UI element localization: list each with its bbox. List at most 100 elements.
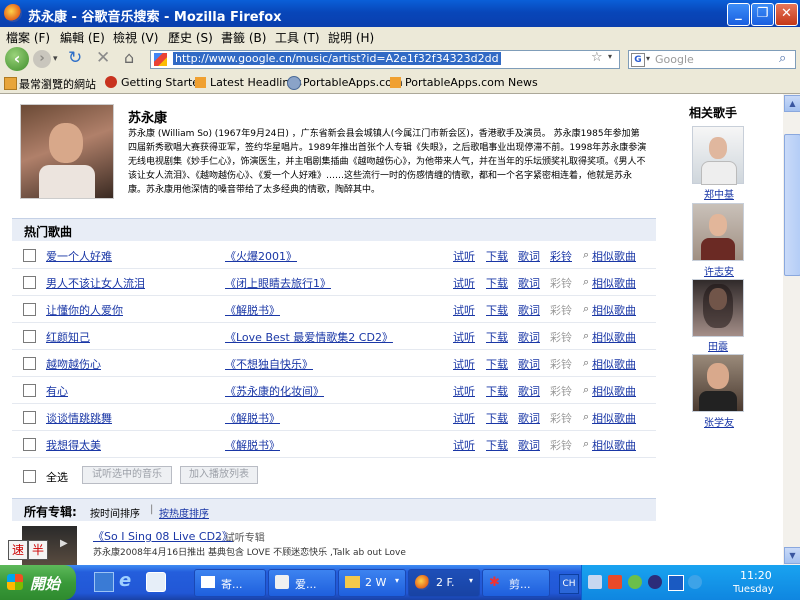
minimize-button[interactable]: _ [727, 3, 750, 26]
internet-explorer-icon[interactable]: e [119, 570, 131, 591]
url-dropdown-icon[interactable]: ▾ [608, 52, 612, 61]
taskbar-button[interactable]: ✱ 剪... [482, 569, 550, 597]
song-checkbox[interactable] [23, 303, 36, 316]
engine-dropdown-icon[interactable]: ▾ [646, 54, 650, 63]
sort-by-heat-link[interactable]: 按热度排序 [159, 505, 209, 520]
album-link[interactable]: 《不想独自快乐》 [225, 356, 313, 372]
url-bar[interactable]: http://www.google.cn/music/artist?id=A2e… [150, 50, 620, 69]
listen-link[interactable]: 试听 [453, 248, 475, 264]
listen-link[interactable]: 试听 [453, 275, 475, 291]
related-artist-name[interactable]: 张学友 [704, 414, 734, 429]
tray-app-icon[interactable] [608, 575, 622, 589]
download-link[interactable]: 下载 [486, 302, 508, 318]
lyrics-link[interactable]: 歌词 [518, 356, 540, 372]
download-link[interactable]: 下载 [486, 275, 508, 291]
menu-history[interactable]: 歷史 (S) [168, 29, 213, 46]
album-link[interactable]: 《解脱书》 [225, 410, 280, 426]
song-title[interactable]: 让懂你的人爱你 [46, 302, 123, 318]
ringtone-link[interactable]: 彩铃 [550, 248, 572, 264]
bookmark-getting-started[interactable]: Getting Started [121, 76, 206, 89]
listen-link[interactable]: 试听 [453, 329, 475, 345]
related-artist-name[interactable]: 田震 [708, 338, 728, 353]
similar-songs-link[interactable]: 相似歌曲 [592, 410, 636, 426]
language-indicator[interactable]: CH [559, 574, 579, 594]
related-artist-name[interactable]: 许志安 [704, 263, 734, 278]
url-text[interactable]: http://www.google.cn/music/artist?id=A2e… [173, 52, 501, 65]
search-input[interactable]: Google [655, 53, 694, 66]
download-link[interactable]: 下载 [486, 410, 508, 426]
album-link[interactable]: 《解脱书》 [225, 302, 280, 318]
related-artist-photo[interactable] [692, 279, 744, 337]
add-to-playlist-button[interactable]: 加入播放列表 [180, 466, 258, 484]
menu-edit[interactable]: 編輯 (E) [60, 29, 105, 46]
history-dropdown-icon[interactable]: ▾ [53, 54, 58, 64]
similar-songs-link[interactable]: 相似歌曲 [592, 248, 636, 264]
security-icon[interactable] [668, 575, 684, 591]
menu-bookmarks[interactable]: 書籤 (B) [221, 29, 266, 46]
search-engine-icon[interactable]: G [631, 53, 645, 67]
song-title[interactable]: 谈谈情跳跳舞 [46, 410, 112, 426]
taskbar-button[interactable]: 爱... [268, 569, 336, 597]
song-title[interactable]: 有心 [46, 383, 68, 399]
close-button[interactable]: ✕ [775, 3, 798, 26]
download-link[interactable]: 下载 [486, 383, 508, 399]
song-checkbox[interactable] [23, 384, 36, 397]
start-button[interactable]: 開始 [0, 565, 76, 600]
scroll-up-arrow-icon[interactable]: ▲ [784, 95, 800, 112]
download-link[interactable]: 下载 [486, 248, 508, 264]
similar-songs-link[interactable]: 相似歌曲 [592, 302, 636, 318]
taskbar-button[interactable]: 2 W ▾ [338, 569, 406, 597]
messenger-icon[interactable] [628, 575, 642, 589]
song-checkbox[interactable] [23, 438, 36, 451]
scrollbar-thumb[interactable] [784, 134, 800, 276]
song-title[interactable]: 红颜知己 [46, 329, 90, 345]
scroll-down-arrow-icon[interactable]: ▼ [784, 547, 800, 564]
taskbar-button-active[interactable]: 2 F. ▾ [408, 569, 480, 597]
album-link[interactable]: 《解脱书》 [225, 437, 280, 453]
search-icon[interactable]: ⌕ [779, 51, 786, 66]
song-checkbox[interactable] [23, 249, 36, 262]
menu-help[interactable]: 說明 (H) [328, 29, 374, 46]
album-link[interactable]: 《火爆2001》 [225, 248, 297, 264]
update-icon[interactable] [648, 575, 662, 589]
bookmark-portableapps[interactable]: PortableApps.com [303, 76, 403, 89]
album-title-link[interactable]: 《So I Sing 08 Live CD2》 [93, 528, 233, 544]
download-link[interactable]: 下载 [486, 329, 508, 345]
lyrics-link[interactable]: 歌词 [518, 302, 540, 318]
song-title[interactable]: 我想得太美 [46, 437, 101, 453]
song-title[interactable]: 男人不该让女人流泪 [46, 275, 145, 291]
listen-link[interactable]: 试听 [453, 356, 475, 372]
similar-songs-link[interactable]: 相似歌曲 [592, 329, 636, 345]
listen-link[interactable]: 试听 [453, 410, 475, 426]
bookmark-most-visited[interactable]: 最常瀏覽的網站 [19, 76, 96, 92]
similar-songs-link[interactable]: 相似歌曲 [592, 437, 636, 453]
lyrics-link[interactable]: 歌词 [518, 275, 540, 291]
menu-file[interactable]: 檔案 (F) [6, 29, 50, 46]
related-artist-photo[interactable] [692, 126, 744, 185]
listen-link[interactable]: 试听 [453, 437, 475, 453]
network-icon[interactable] [588, 575, 602, 589]
related-artist-name[interactable]: 郑中基 [704, 186, 734, 201]
volume-icon[interactable] [688, 575, 702, 589]
lyrics-link[interactable]: 歌词 [518, 383, 540, 399]
show-desktop-icon[interactable] [94, 572, 114, 592]
forward-button[interactable]: › [33, 50, 51, 68]
star-bookmark-icon[interactable]: ☆ [591, 50, 603, 65]
taskbar-button[interactable]: 寄... [194, 569, 266, 597]
sort-by-time[interactable]: 按时间排序 [90, 505, 140, 520]
media-player-icon[interactable] [146, 572, 166, 592]
download-link[interactable]: 下载 [486, 437, 508, 453]
listen-selected-button[interactable]: 试听选中的音乐 [82, 466, 172, 484]
menu-tools[interactable]: 工具 (T) [275, 29, 320, 46]
album-link[interactable]: 《闭上眼睛去旅行1》 [225, 275, 331, 291]
listen-link[interactable]: 试听 [453, 383, 475, 399]
song-title[interactable]: 越吻越伤心 [46, 356, 101, 372]
restore-button[interactable]: ❐ [751, 3, 774, 26]
vertical-scrollbar[interactable]: ▲ ▼ [783, 94, 800, 565]
lyrics-link[interactable]: 歌词 [518, 410, 540, 426]
ime-mode-b[interactable]: 半 [28, 540, 48, 560]
similar-songs-link[interactable]: 相似歌曲 [592, 275, 636, 291]
stop-icon[interactable]: ✕ [96, 48, 110, 68]
related-artist-photo[interactable] [692, 203, 744, 261]
search-box[interactable]: G ▾ Google ⌕ [628, 50, 796, 69]
